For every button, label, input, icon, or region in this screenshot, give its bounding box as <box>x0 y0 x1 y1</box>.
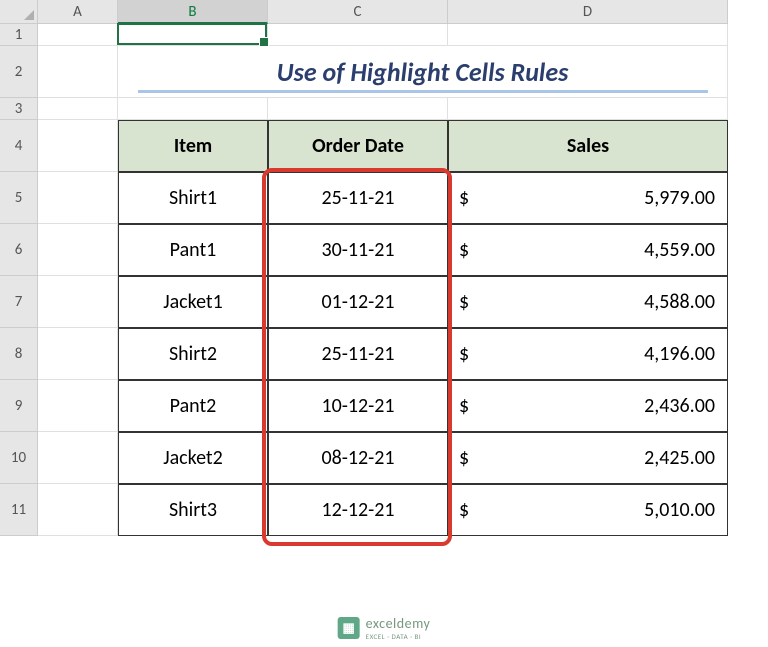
cell-sales[interactable]: $4,196.00 <box>448 328 728 380</box>
watermark-icon: ▦ <box>338 617 360 639</box>
cell[interactable] <box>38 380 118 432</box>
cell-order-date[interactable]: 08-12-21 <box>268 432 448 484</box>
cell[interactable] <box>38 432 118 484</box>
cell[interactable] <box>38 328 118 380</box>
cell-sales[interactable]: $2,425.00 <box>448 432 728 484</box>
cell[interactable] <box>38 276 118 328</box>
cell-item[interactable]: Jacket1 <box>118 276 268 328</box>
column-header-a[interactable]: A <box>38 0 118 24</box>
cell[interactable] <box>38 224 118 276</box>
table-header-item[interactable]: Item <box>118 120 268 172</box>
cell-item[interactable]: Jacket2 <box>118 432 268 484</box>
sales-amount: 5,979.00 <box>644 186 715 210</box>
cell[interactable] <box>268 98 448 120</box>
sales-amount: 2,425.00 <box>644 446 715 470</box>
column-header-c[interactable]: C <box>268 0 448 24</box>
column-header-d[interactable]: D <box>448 0 728 24</box>
sales-amount: 2,436.00 <box>644 394 715 418</box>
spreadsheet-view: ABCD 1234567891011 Use of Highlight Cell… <box>0 0 768 647</box>
cell-sales[interactable]: $4,588.00 <box>448 276 728 328</box>
cell[interactable] <box>38 24 118 46</box>
table-header-sales[interactable]: Sales <box>448 120 728 172</box>
sales-amount: 4,559.00 <box>644 238 715 262</box>
cell-item[interactable]: Pant1 <box>118 224 268 276</box>
cell-order-date[interactable]: 01-12-21 <box>268 276 448 328</box>
row-header-4[interactable]: 4 <box>0 120 38 172</box>
row-header-9[interactable]: 9 <box>0 380 38 432</box>
row-header-8[interactable]: 8 <box>0 328 38 380</box>
watermark-text-wrap: exceldemy EXCEL · DATA · BI <box>366 615 431 641</box>
cell[interactable] <box>268 24 448 46</box>
cell-order-date[interactable]: 25-11-21 <box>268 328 448 380</box>
cell-item[interactable]: Shirt1 <box>118 172 268 224</box>
cell[interactable] <box>118 98 268 120</box>
cell[interactable] <box>38 172 118 224</box>
currency-symbol: $ <box>459 238 469 262</box>
row-header-3[interactable]: 3 <box>0 98 38 120</box>
cell-item[interactable]: Pant2 <box>118 380 268 432</box>
currency-symbol: $ <box>459 446 469 470</box>
cell-item[interactable]: Shirt3 <box>118 484 268 536</box>
cell-sales[interactable]: $2,436.00 <box>448 380 728 432</box>
row-header-6[interactable]: 6 <box>0 224 38 276</box>
watermark: ▦ exceldemy EXCEL · DATA · BI <box>338 615 431 641</box>
sales-amount: 4,196.00 <box>644 342 715 366</box>
row-header-5[interactable]: 5 <box>0 172 38 224</box>
cell-sales[interactable]: $5,979.00 <box>448 172 728 224</box>
watermark-tag: EXCEL · DATA · BI <box>366 632 431 641</box>
cell[interactable] <box>38 46 118 98</box>
cell-sales[interactable]: $5,010.00 <box>448 484 728 536</box>
currency-symbol: $ <box>459 342 469 366</box>
cell-order-date[interactable]: 25-11-21 <box>268 172 448 224</box>
currency-symbol: $ <box>459 186 469 210</box>
cell-item[interactable]: Shirt2 <box>118 328 268 380</box>
cell-sales[interactable]: $4,559.00 <box>448 224 728 276</box>
cell[interactable] <box>448 24 728 46</box>
select-all-corner[interactable] <box>0 0 38 24</box>
title-underline <box>138 90 708 93</box>
cell[interactable] <box>38 484 118 536</box>
cell[interactable] <box>118 24 268 46</box>
cell[interactable] <box>38 98 118 120</box>
currency-symbol: $ <box>459 394 469 418</box>
cell-order-date[interactable]: 30-11-21 <box>268 224 448 276</box>
row-header-1[interactable]: 1 <box>0 24 38 46</box>
sales-amount: 4,588.00 <box>644 290 715 314</box>
row-header-11[interactable]: 11 <box>0 484 38 536</box>
cell[interactable] <box>38 120 118 172</box>
title-cell[interactable]: Use of Highlight Cells Rules <box>118 46 728 98</box>
column-headers: ABCD <box>38 0 728 24</box>
page-title: Use of Highlight Cells Rules <box>277 56 569 88</box>
row-header-2[interactable]: 2 <box>0 46 38 98</box>
row-headers: 1234567891011 <box>0 24 38 536</box>
sales-amount: 5,010.00 <box>644 498 715 522</box>
cell-order-date[interactable]: 12-12-21 <box>268 484 448 536</box>
row-header-7[interactable]: 7 <box>0 276 38 328</box>
table-header-order_date[interactable]: Order Date <box>268 120 448 172</box>
watermark-brand: exceldemy <box>366 615 431 632</box>
row-header-10[interactable]: 10 <box>0 432 38 484</box>
currency-symbol: $ <box>459 290 469 314</box>
cell-order-date[interactable]: 10-12-21 <box>268 380 448 432</box>
column-header-b[interactable]: B <box>118 0 268 24</box>
cell[interactable] <box>448 98 728 120</box>
currency-symbol: $ <box>459 498 469 522</box>
grid-area: Use of Highlight Cells Rules ItemOrder Da… <box>38 24 728 536</box>
